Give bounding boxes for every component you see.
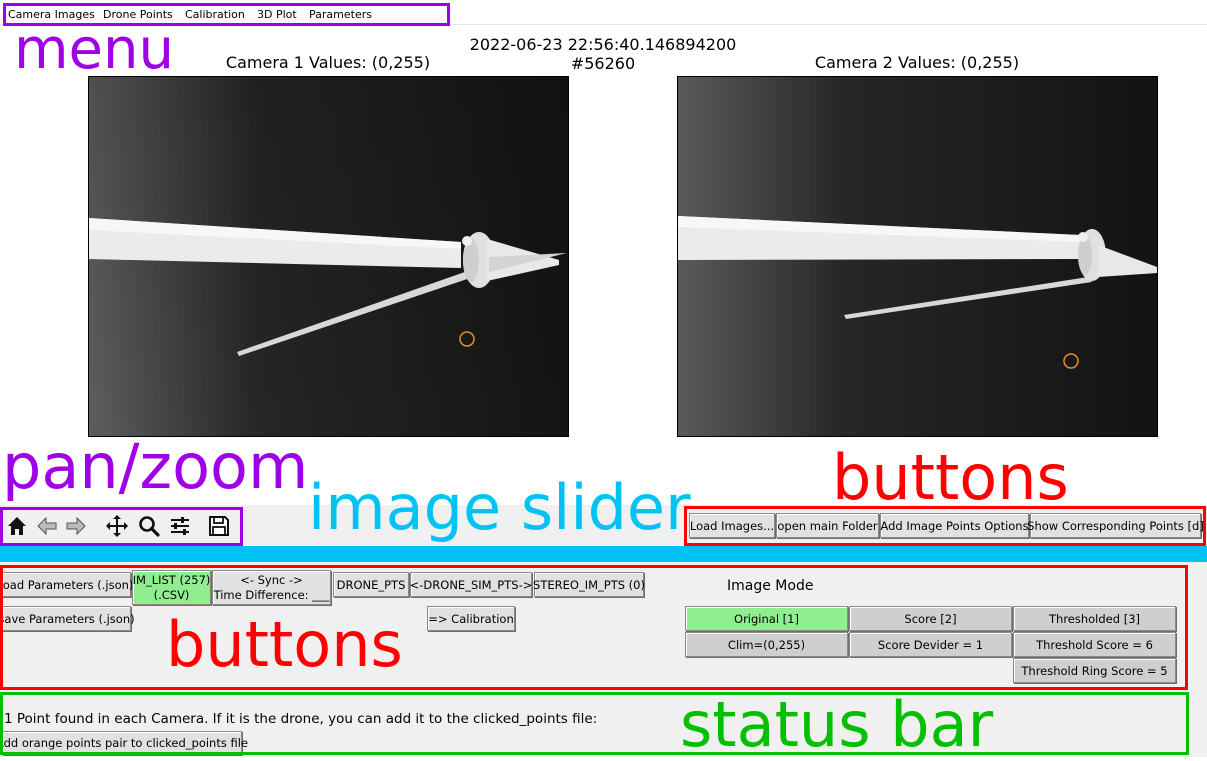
camera-1-image[interactable] [88, 76, 569, 437]
home-icon[interactable] [3, 512, 31, 540]
score-mode-button[interactable]: Score [2] [849, 606, 1012, 631]
pan-move-icon[interactable] [103, 512, 131, 540]
clim-button[interactable]: Clim=(0,255) [685, 632, 848, 657]
open-main-folder-button[interactable]: open main Folder [776, 513, 879, 538]
image-slider[interactable] [0, 546, 1207, 562]
score-devider-button[interactable]: Score Devider = 1 [849, 632, 1012, 657]
timestamp: 2022-06-23 22:56:40.146894200 [469, 35, 737, 54]
im-list-line-1: IM_LIST (257) [132, 572, 211, 587]
sync-line-1: <- Sync -> [240, 572, 303, 587]
pan-zoom-annotation-label: pan/zoom [2, 430, 309, 503]
threshold-ring-score-button[interactable]: Threshold Ring Score = 5 [1013, 658, 1176, 683]
status-message: 1 Point found in each Camera. If it is t… [4, 711, 598, 727]
to-calibration-button[interactable]: => Calibration [427, 606, 515, 631]
im-list-line-2: (.CSV) [153, 587, 190, 602]
frame-id: #56260 [570, 54, 636, 73]
image-mode-label: Image Mode [727, 578, 814, 594]
drone-sim-pts-button[interactable]: <-DRONE_SIM_PTS-> [410, 572, 532, 597]
load-parameters-button[interactable]: load Parameters (.json) [0, 572, 133, 597]
camera-2-title: Camera 2 Values: (0,255) [814, 53, 1020, 72]
add-image-points-options-button[interactable]: Add Image Points Options [880, 513, 1029, 538]
menu-annotation-label: menu [14, 17, 174, 82]
sync-button[interactable]: <- Sync -> Time Difference: ___ [212, 570, 331, 605]
stereo-im-pts-button[interactable]: STEREO_IM_PTS (0) [533, 572, 645, 597]
drone-pts-button[interactable]: DRONE_PTS [333, 572, 409, 597]
forward-arrow-icon[interactable] [62, 512, 90, 540]
menu-3d-plot[interactable]: 3D Plot [257, 8, 297, 21]
im-list-button[interactable]: IM_LIST (257) (.CSV) [132, 570, 211, 605]
original-mode-button[interactable]: Original [1] [685, 606, 848, 631]
add-orange-points-button[interactable]: Add orange points pair to clicked_points… [0, 731, 248, 755]
buttons-top-annotation-label: buttons [832, 441, 1069, 514]
save-figure-icon[interactable] [205, 512, 233, 540]
threshold-score-button[interactable]: Threshold Score = 6 [1013, 632, 1176, 657]
camera-1-title: Camera 1 Values: (0,255) [225, 53, 431, 72]
configure-subplots-icon[interactable] [166, 512, 194, 540]
save-parameters-button[interactable]: save Parameters (.json) [0, 606, 135, 631]
menu-drone-points[interactable]: Drone Points [103, 8, 173, 21]
thresholded-mode-button[interactable]: Thresholded [3] [1013, 606, 1176, 631]
back-arrow-icon[interactable] [33, 512, 61, 540]
show-corresponding-points-button[interactable]: Show Corresponding Points [d] [1027, 513, 1204, 538]
menu-parameters[interactable]: Parameters [309, 8, 372, 21]
menu-bar: Camera Images Drone Points Calibration 3… [0, 0, 1207, 25]
sync-line-2: Time Difference: ___ [213, 587, 330, 602]
menu-calibration[interactable]: Calibration [185, 8, 245, 21]
zoom-magnifier-icon[interactable] [135, 512, 163, 540]
camera-2-image[interactable] [677, 76, 1158, 437]
load-images-button[interactable]: Load Images... [689, 513, 775, 538]
menu-camera-images[interactable]: Camera Images [8, 8, 95, 21]
